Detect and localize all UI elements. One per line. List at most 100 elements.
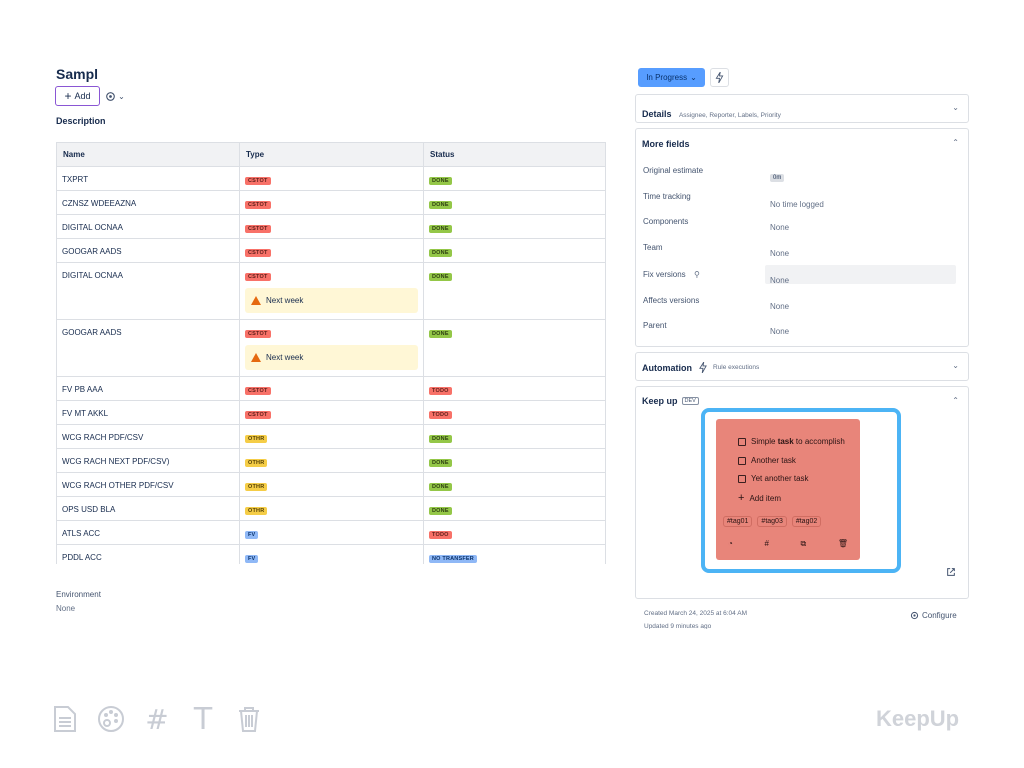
status-lozenge: DONE: [429, 330, 452, 338]
details-panel[interactable]: Details Assignee, Reporter, Labels, Prio…: [635, 94, 969, 123]
cell-status: DONE: [423, 424, 606, 449]
cell-status: DONE: [423, 496, 606, 521]
environment-value[interactable]: None: [56, 604, 75, 613]
status-dropdown[interactable]: In Progress ⌄: [638, 68, 705, 87]
field-value[interactable]: None: [770, 321, 789, 339]
cell-type: OTHR: [239, 496, 424, 521]
field-label: Fix versions: [643, 270, 686, 279]
table-row: CZNSZ WDEEAZNA CSTOT DONE: [56, 190, 606, 215]
text-icon: T: [193, 701, 213, 737]
table-header-type: Type: [239, 142, 424, 167]
environment-label: Environment: [56, 590, 101, 599]
plus-icon: +: [738, 492, 745, 504]
external-link-icon[interactable]: [946, 567, 956, 577]
warning-text: Next week: [266, 296, 304, 305]
cell-type: CSTOT: [239, 400, 424, 425]
cell-name: PDDL ACC: [56, 544, 240, 564]
gear-icon: [106, 91, 115, 101]
type-lozenge: FV: [245, 531, 259, 539]
cell-type: CSTOT: [239, 376, 424, 401]
chevron-down-icon[interactable]: ⌄: [952, 361, 959, 370]
field-value-text: None: [770, 302, 790, 311]
table-header-name: Name: [56, 142, 240, 167]
field-value[interactable]: 0m: [770, 166, 785, 184]
status-lozenge: DONE: [429, 177, 452, 185]
cell-status: TODO: [423, 376, 606, 401]
checkbox[interactable]: [738, 456, 746, 465]
cell-name: DIGITAL OCNAA: [56, 214, 240, 239]
chevron-down-icon: ⌄: [118, 91, 125, 101]
cell-status: TODO: [423, 400, 606, 425]
cell-status: DONE: [423, 262, 606, 320]
keep-up-title: Keep up: [642, 396, 678, 406]
hash-icon[interactable]: #: [764, 539, 768, 549]
cell-type: OTHR: [239, 448, 424, 473]
sticky-note[interactable]: Simple task to accomplish Another task Y…: [716, 419, 860, 560]
field-value[interactable]: None: [770, 270, 789, 288]
cell-type: CSTOT: [239, 214, 424, 239]
more-fields-title[interactable]: More fields: [642, 139, 690, 149]
type-lozenge: FV: [245, 555, 259, 563]
updated-timestamp: Updated 9 minutes ago: [644, 623, 712, 629]
brand-logo: KeepUp: [876, 706, 960, 731]
checkbox[interactable]: [738, 437, 746, 446]
status-lozenge: DONE: [429, 201, 452, 209]
cell-status: DONE: [423, 472, 606, 497]
copy-icon[interactable]: ⧉: [801, 539, 807, 549]
more-fields-panel: More fields ⌃: [635, 128, 969, 347]
hashtag-chip[interactable]: #tag01: [723, 516, 753, 527]
field-value[interactable]: None: [770, 296, 789, 314]
checklist-item-text: Simple task to accomplish: [751, 437, 845, 446]
type-lozenge: CSTOT: [245, 387, 271, 395]
actions-button[interactable]: [710, 68, 729, 87]
type-lozenge: CSTOT: [245, 225, 271, 233]
table-row: TXPRT CSTOT DONE: [56, 166, 606, 191]
table-row: GOOGAR AADS CSTOT DONE: [56, 238, 606, 263]
cell-status: DONE: [423, 319, 606, 377]
description-label: Description: [56, 116, 106, 126]
checklist-item[interactable]: Simple task to accomplish: [738, 437, 845, 446]
chevron-up-icon[interactable]: ⌃: [952, 396, 959, 405]
cell-status: DONE: [423, 448, 606, 473]
checkbox[interactable]: [738, 474, 746, 483]
automation-panel[interactable]: Automation Rule executions ⌄: [635, 352, 969, 381]
trash-icon[interactable]: 🗑: [838, 539, 848, 549]
cell-name: FV MT AKKL: [56, 400, 240, 425]
estimate-badge: 0m: [770, 174, 785, 182]
table-row: OPS USD BLA OTHR DONE: [56, 496, 606, 521]
apps-button[interactable]: ⌄: [104, 86, 126, 106]
field-label: Original estimate: [643, 166, 704, 175]
cell-name: WCG RACH PDF/CSV: [56, 424, 240, 449]
cell-status: DONE: [423, 214, 606, 239]
hashtag-chip[interactable]: #tag03: [757, 516, 787, 527]
field-value[interactable]: None: [770, 217, 789, 235]
tag-list: #tag01 #tag03 #tag02: [723, 516, 822, 527]
add-button[interactable]: + Add: [55, 86, 100, 106]
add-item-button[interactable]: + Add item: [738, 492, 781, 504]
palette-icon[interactable]: ◔: [728, 539, 733, 549]
checklist-item[interactable]: Another task: [738, 456, 796, 465]
checklist-item[interactable]: Yet another task: [738, 474, 809, 483]
configure-button[interactable]: Configure: [910, 611, 957, 620]
type-lozenge: OTHR: [245, 435, 268, 443]
status-lozenge: NO TRANSFER: [429, 555, 477, 563]
cell-type: CSTOT: [239, 190, 424, 215]
cell-status: TODO: [423, 520, 606, 545]
created-timestamp: Created March 24, 2025 at 6:04 AM: [644, 610, 747, 617]
cell-name: GOOGAR AADS: [56, 319, 240, 377]
field-value-text: None: [770, 249, 790, 258]
pin-icon[interactable]: ⚲: [694, 270, 700, 279]
field-value[interactable]: None: [770, 243, 789, 261]
chevron-up-icon[interactable]: ⌃: [952, 138, 959, 147]
chevron-down-icon[interactable]: ⌄: [952, 103, 959, 112]
field-value-text: None: [770, 276, 790, 285]
table-row: PDDL ACC FV NO TRANSFER: [56, 544, 606, 564]
type-lozenge: OTHR: [245, 483, 268, 491]
table-row: ATLS ACC FV TODO: [56, 520, 606, 545]
field-value[interactable]: No time logged: [770, 194, 824, 212]
cell-type: CSTOT: [239, 166, 424, 191]
type-lozenge: OTHR: [245, 507, 268, 515]
hashtag-chip[interactable]: #tag02: [791, 516, 822, 527]
plus-icon: +: [64, 89, 72, 103]
field-label: Team: [643, 243, 663, 252]
